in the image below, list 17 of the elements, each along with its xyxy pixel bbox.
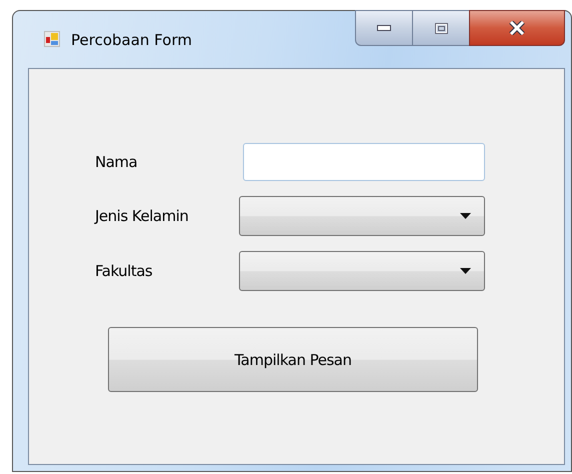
dropdown[interactable] (239, 196, 485, 236)
minimize-icon (377, 25, 391, 31)
dropdown-arrow-icon (460, 213, 471, 219)
name-input-field[interactable] (243, 143, 485, 181)
field-label: Nama (95, 153, 138, 171)
window-title: Percobaan Form (71, 30, 192, 48)
maximize-button[interactable] (412, 10, 470, 46)
close-button[interactable] (469, 10, 565, 46)
dropdown-arrow-icon (460, 268, 471, 274)
dropdown[interactable] (239, 251, 485, 291)
close-icon (509, 21, 525, 35)
app-icon (44, 30, 60, 46)
show-message-button[interactable]: Tampilkan Pesan (108, 327, 478, 392)
minimize-button[interactable] (355, 10, 413, 46)
field-label: Fakultas (95, 262, 154, 280)
restore-icon (434, 22, 448, 34)
field-label: Jenis Kelamin (95, 207, 190, 225)
